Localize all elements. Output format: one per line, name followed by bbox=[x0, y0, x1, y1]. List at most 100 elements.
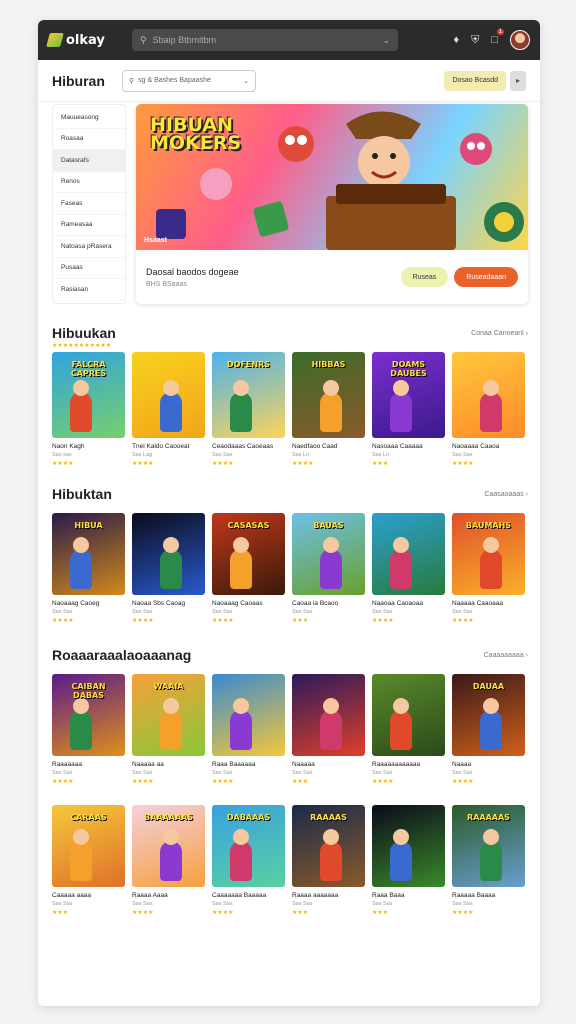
game-title: Naon Kagh bbox=[52, 443, 85, 450]
game-card[interactable]: FALCRA CAPRES Naon Kagh Sas sas ★★★★ bbox=[52, 352, 125, 467]
game-card[interactable]: BAUAS Caoaa ia Bcaoo Sas Sas ★★★ bbox=[292, 513, 365, 624]
page-title: Hiburan bbox=[52, 72, 105, 89]
game-card[interactable]: Raaaaaaaaaaaa Sas Sas ★★★★ bbox=[372, 674, 445, 785]
game-thumbnail[interactable]: WAAIA bbox=[132, 674, 205, 756]
game-card[interactable]: DABAAAS Caaaaaaa Baaaaa Sas Sas ★★★★ bbox=[212, 805, 285, 916]
see-all-link[interactable]: Conaa Canoeanl › bbox=[471, 330, 528, 337]
game-card[interactable]: WAAIA Naaaaa aa Sas Sas ★★★★ bbox=[132, 674, 205, 785]
game-card[interactable]: RAAAAS Raaaa aaaaaaa Sas Sas ★★★ bbox=[292, 805, 365, 916]
game-thumbnail[interactable] bbox=[372, 674, 445, 756]
game-card[interactable]: DOFENRS Ceaodaaas Caoeaas Sas Sas ★★★★ bbox=[212, 352, 285, 467]
game-card[interactable]: CAIBAN DABAS Raaaaaaa Sas Sas ★★★★ bbox=[52, 674, 125, 785]
game-thumbnail[interactable] bbox=[132, 513, 205, 595]
rating-stars: ★★★★ bbox=[132, 461, 154, 467]
game-thumbnail[interactable]: CAIBAN DABAS bbox=[52, 674, 125, 756]
game-card[interactable]: Naaoaa Caoaoaa Sas Sas ★★★★ bbox=[372, 513, 445, 624]
sidebar-item[interactable]: Faseas bbox=[53, 193, 125, 215]
game-thumbnail[interactable]: DAUAA bbox=[452, 674, 525, 756]
global-search-input[interactable]: ⚲ Sbaip Btbmitbm ⌄ bbox=[132, 29, 398, 51]
rating-stars: ★★★★ bbox=[212, 461, 234, 467]
game-thumbnail[interactable] bbox=[292, 674, 365, 756]
rating-stars: ★★★ bbox=[372, 910, 389, 916]
sidebar-item[interactable]: Datasrafs bbox=[53, 150, 125, 172]
game-thumbnail[interactable] bbox=[452, 352, 525, 438]
game-subtitle: Sas Sas bbox=[452, 901, 473, 907]
game-thumbnail[interactable]: HIBBAS bbox=[292, 352, 365, 438]
game-card[interactable]: Naaaaa Sas Sas ★★★ bbox=[292, 674, 365, 785]
game-thumbnail[interactable]: DOFENRS bbox=[212, 352, 285, 438]
game-title: Caaaaa aaaa bbox=[52, 892, 92, 899]
game-card[interactable]: DOAMS DAUBES Nasoaaa Caaaaa Sas Ln ★★★ bbox=[372, 352, 445, 467]
game-section: CARAAS Caaaaa aaaa Sas Sas ★★★ BAAAAAAS Raaaa… bbox=[38, 805, 540, 916]
game-thumbnail[interactable]: DOAMS DAUBES bbox=[372, 352, 445, 438]
notification-badge: 1 bbox=[496, 29, 504, 35]
rating-stars: ★★★★ bbox=[452, 910, 474, 916]
sidebar-item[interactable]: Renos bbox=[53, 172, 125, 193]
game-thumbnail[interactable]: CARAAS bbox=[52, 805, 125, 887]
game-title: Naoaaag Caoeg bbox=[52, 600, 100, 607]
game-card[interactable]: CASASAS Naoaaag Caoaas Sas Sas ★★★★ bbox=[212, 513, 285, 624]
game-logo-text: DABAAAS bbox=[226, 813, 271, 822]
filter-search-input[interactable]: ⚲ sg & Bashes Bapaashe ⌄ bbox=[122, 69, 256, 92]
game-thumbnail[interactable] bbox=[212, 674, 285, 756]
game-card[interactable]: Tnel Kaldo Caooeat Sas Lag ★★★★ bbox=[132, 352, 205, 467]
secondary-button[interactable]: Ruseas bbox=[400, 267, 449, 287]
logo[interactable]: olkay bbox=[46, 33, 132, 48]
game-card[interactable]: BAAAAAAS Raaaa Aaaa Sas Sas ★★★★ bbox=[132, 805, 205, 916]
more-button[interactable]: ▸ bbox=[510, 70, 526, 91]
game-thumbnail[interactable] bbox=[372, 513, 445, 595]
game-thumbnail[interactable]: RAAAAAS bbox=[452, 805, 525, 887]
puzzle-icon[interactable]: ♦ bbox=[453, 34, 459, 46]
sidebar-item[interactable]: Pusaas bbox=[53, 258, 125, 279]
game-thumbnail[interactable]: FALCRA CAPRES bbox=[52, 352, 125, 438]
see-all-link[interactable]: Caasaoaaas › bbox=[484, 491, 528, 498]
game-logo-text: RAAAAS bbox=[310, 813, 347, 822]
featured-banner-image[interactable]: HIBUAN MOKERS Hsaast bbox=[136, 104, 528, 250]
game-card[interactable]: DAUAA Naaaa Sas Sas ★★★★ bbox=[452, 674, 525, 785]
game-grid: HIBUA Naoaaag Caoeg Sas Sas ★★★★ Naoaa Sbs C… bbox=[52, 513, 528, 624]
game-subtitle: Sas Sas bbox=[452, 770, 473, 776]
game-card[interactable]: HIBUA Naoaaag Caoeg Sas Sas ★★★★ bbox=[52, 513, 125, 624]
character-head bbox=[323, 829, 339, 845]
avatar[interactable] bbox=[510, 30, 530, 50]
shield-icon[interactable]: ⛨ bbox=[471, 34, 479, 47]
rating-stars: ★★★★ bbox=[372, 779, 394, 785]
game-card[interactable]: RAAAAAS Raaaaa Baaaa Sas Sas ★★★★ bbox=[452, 805, 525, 916]
game-thumbnail[interactable]: DABAAAS bbox=[212, 805, 285, 887]
game-subtitle: Sas Ln bbox=[372, 452, 390, 458]
game-subtitle: Sas sas bbox=[52, 452, 72, 458]
character-figure bbox=[320, 549, 342, 589]
character-figure bbox=[320, 841, 342, 881]
game-logo-text: HIBUA bbox=[74, 521, 103, 530]
game-thumbnail[interactable]: HIBUA bbox=[52, 513, 125, 595]
character-head bbox=[163, 829, 179, 845]
featured-description: Daosal baodos dogeae bbox=[146, 266, 239, 277]
sidebar-item[interactable]: Roasaa bbox=[53, 129, 125, 150]
sidebar-item[interactable]: Natoasa pRasera bbox=[53, 236, 125, 258]
sidebar-item[interactable]: Mauueasong bbox=[53, 107, 125, 129]
game-card[interactable]: HIBBAS Naedfaoo Caad Sas Ln ★★★★ bbox=[292, 352, 365, 467]
notification-icon[interactable]: □ 1 bbox=[491, 29, 504, 46]
see-all-link[interactable]: Caaaaaaaaa › bbox=[484, 652, 528, 659]
game-thumbnail[interactable]: CASASAS bbox=[212, 513, 285, 595]
game-thumbnail[interactable]: BAUMAHS bbox=[452, 513, 525, 595]
game-thumbnail[interactable]: RAAAAS bbox=[292, 805, 365, 887]
game-card[interactable]: Raaa Baaa Sas Sas ★★★ bbox=[372, 805, 445, 916]
game-thumbnail[interactable] bbox=[132, 352, 205, 438]
game-card[interactable]: Naoaaaa Caaoa Sas Sas ★★★★ bbox=[452, 352, 525, 467]
game-card[interactable]: Naoaa Sbs Caoag Sas Sas ★★★★ bbox=[132, 513, 205, 624]
action-button[interactable]: Dosao Bcasdd bbox=[444, 70, 506, 91]
game-card[interactable]: BAUMAHS Naaaaa Caaoaaa Sas Sas ★★★★ bbox=[452, 513, 525, 624]
sidebar-item[interactable]: Rameasaa bbox=[53, 215, 125, 236]
featured-banner[interactable]: HIBUAN MOKERS Hsaast Daosal baodos dogea… bbox=[136, 104, 528, 304]
rating-stars: ★★★★ bbox=[452, 618, 474, 624]
chevron-down-icon[interactable]: ⌄ bbox=[382, 35, 390, 46]
sidebar-item[interactable]: Rasiasan bbox=[53, 279, 125, 301]
chevron-down-icon[interactable]: ⌄ bbox=[243, 77, 249, 85]
game-thumbnail[interactable]: BAUAS bbox=[292, 513, 365, 595]
primary-button[interactable]: Ruseadaaan bbox=[454, 267, 518, 287]
game-thumbnail[interactable]: BAAAAAAS bbox=[132, 805, 205, 887]
game-thumbnail[interactable] bbox=[372, 805, 445, 887]
game-card[interactable]: Raaa Baaaaaa Sas Sas ★★★★ bbox=[212, 674, 285, 785]
game-card[interactable]: CARAAS Caaaaa aaaa Sas Sas ★★★ bbox=[52, 805, 125, 916]
